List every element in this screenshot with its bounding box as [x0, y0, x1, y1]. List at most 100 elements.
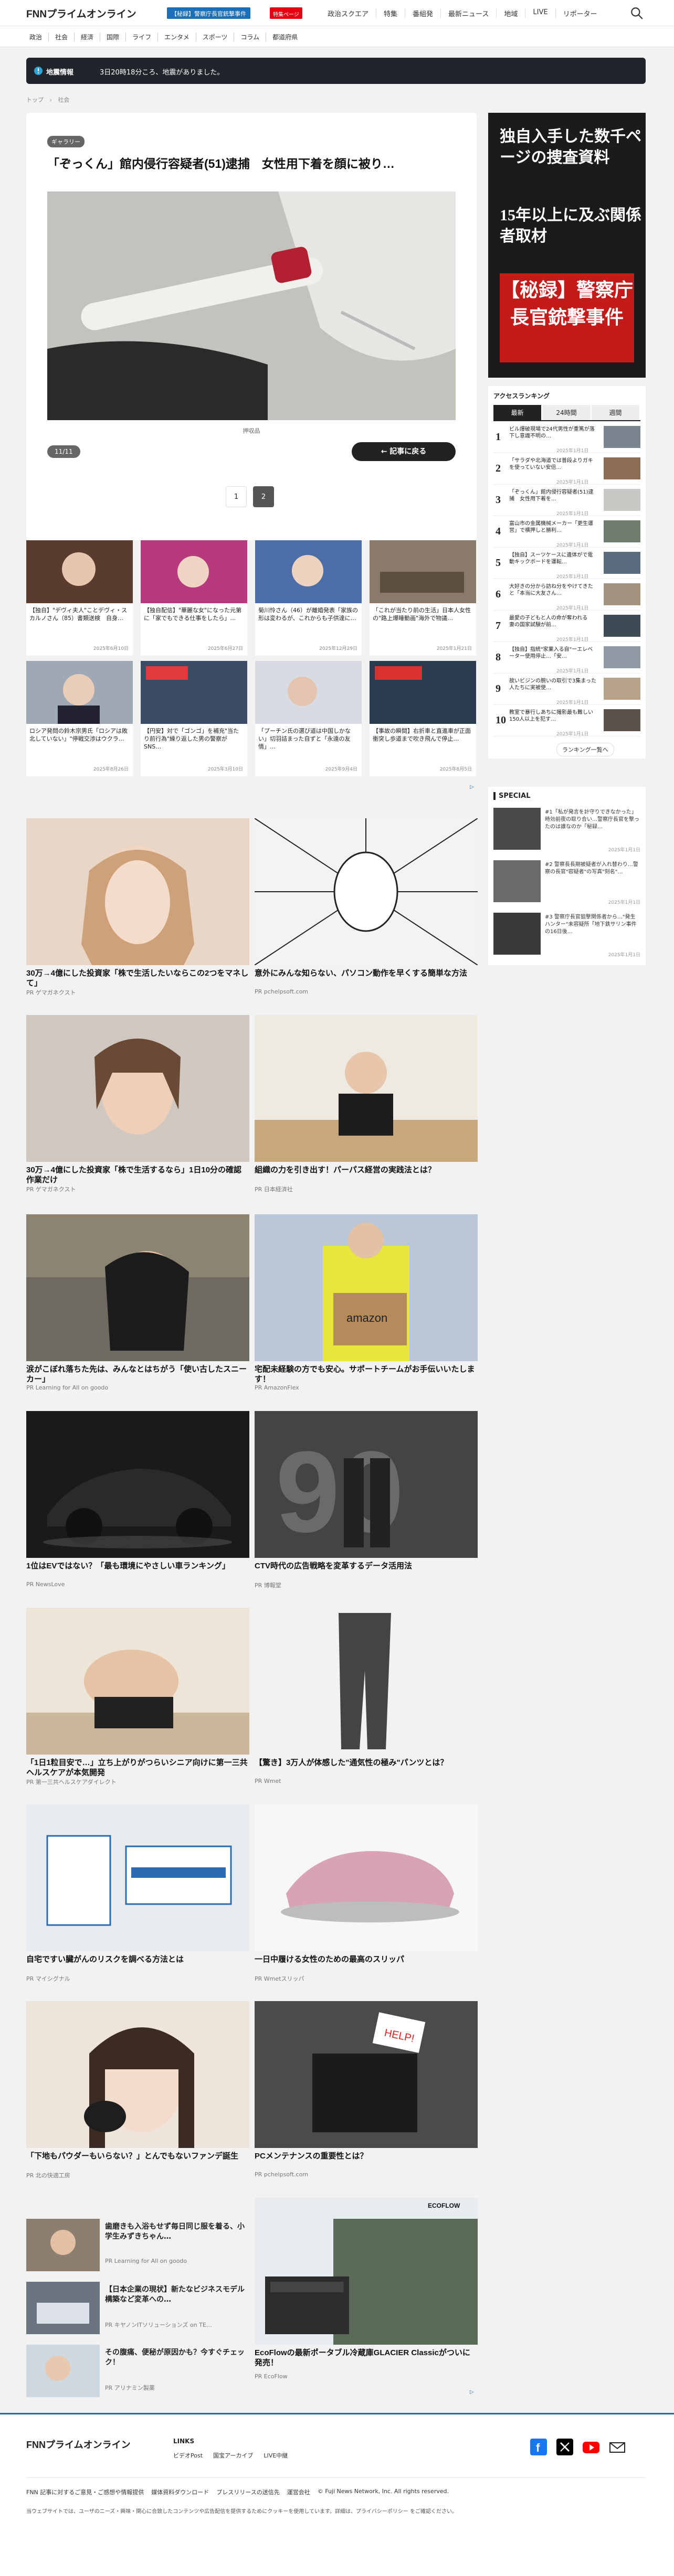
special-item[interactable]: #1「私が発言を計守りできなかった」時効前夜の取り合い…警察庁長官を撃ったのは誰…	[493, 808, 640, 855]
category-item[interactable]: スポーツ	[195, 33, 234, 41]
youtube-icon[interactable]	[583, 2439, 599, 2455]
ranking-item[interactable]: 2 「サラダや北海道では普段よりガキを使っていない安倍… 2025年1月1日	[493, 454, 640, 485]
page-1[interactable]: 1	[226, 486, 247, 507]
related-card[interactable]: 「これが当たり前の生活」日本人女性の"路上爆睡動画"海外で物議… 2025年1月2…	[370, 540, 476, 656]
related-card[interactable]: 【円安】対で「ゴンゴ」を補充"当たり前行為"繰り返した男の警察がSNS… 2025…	[141, 661, 247, 776]
x-icon[interactable]	[556, 2439, 573, 2455]
legal-link[interactable]: プレスリリースの送信先	[216, 2488, 279, 2496]
rank-thumb	[604, 489, 640, 511]
ranking-item[interactable]: 9 故いビジンの腕いの取引で3集まった人たちに実被使… 2025年1月1日	[493, 675, 640, 706]
special-item[interactable]: #3 警察庁長官狙撃関係者から…"発生ハンター"未容疑所「地下鉄サリン事件の16…	[493, 913, 640, 960]
ad-card[interactable]: 30万→4億にした投資家「株で生活するなら」1日10分の確認作業だけ PR ゲマガ…	[26, 1015, 249, 1193]
ad-card[interactable]: 【驚き】3万人が体感した"通気性の極み"パンツとは？ PR Wmet	[255, 1608, 478, 1786]
tab-latest[interactable]: 最新	[493, 405, 542, 420]
category-item[interactable]: ライフ	[125, 33, 157, 41]
sidebar-banner-ad[interactable]: 独自入手した数千ページの捜査資料 15年以上に及ぶ関係者取材 【秘録】警察庁長官…	[488, 113, 646, 378]
nav-latest[interactable]: 最新ニュース	[440, 8, 496, 18]
breadcrumb-current[interactable]: 社会	[58, 97, 69, 103]
ranking-item[interactable]: 6 大好きの分から訪ね分をやけてきたと「本当に大友さん… 2025年1月1日	[493, 580, 640, 611]
ecoflow-title: EcoFlowの最新ポータブル冷蔵庫GLACIER Classicがついに発売！	[255, 2348, 470, 2367]
ad-card[interactable]: 組織の力を引き出す！パーパス経営の実践法とは？ PR 日本経済社	[255, 1015, 478, 1193]
rank-title: 教室で暴行しあちに撮影最も難しい150人以上を犯す…	[509, 710, 593, 722]
search-icon[interactable]	[630, 6, 644, 20]
ecoflow-ad[interactable]: ECOFLOW EcoFlowの最新ポータブル冷蔵庫GLACIER Classi…	[255, 2198, 478, 2387]
earthquake-alert[interactable]: 地震情報 3日20時18分ころ、地震がありました。	[26, 58, 646, 84]
related-grid-row2: ロシア発問の鈴木宗男氏「ロシアは敗北していない」"停戦交渉はウクラ… 2025年8…	[26, 661, 477, 776]
small-ad[interactable]: その腹痛、便秘が原因かも？今すぐチェック！ PR アリナミン製薬	[26, 2345, 249, 2397]
category-item[interactable]: コラム	[234, 33, 266, 41]
nav-programs[interactable]: 番組発	[405, 8, 440, 18]
legal-link[interactable]: FNN 記事に対するご意見・ご感想や情報提供	[26, 2488, 144, 2496]
rank-thumb	[604, 457, 640, 479]
related-card[interactable]: 【独自配信】"華麗な女"になった元第に「家でもできる仕事をしたら」… 2025年6…	[141, 540, 247, 656]
rank-title: ビル爆破現場で24代男性が重篤が落下し意識不明の…	[509, 426, 595, 439]
ad-card[interactable]: amazon 宅配未経験の方でも安心。サポートチームがお手伝いいたします！ PR A…	[255, 1214, 478, 1393]
related-card[interactable]: 「プーチン氏の選び道は中国しかない」切羽詰まった自ずと「永遠の友情」… 2025年…	[255, 661, 362, 776]
category-item[interactable]: エンタメ	[157, 33, 196, 41]
ad-card[interactable]: 「下地もパウダーもいらない？」とんでもないファンデ誕生 PR 北の快適工房	[26, 2001, 249, 2179]
nav-region[interactable]: 地域	[496, 8, 525, 18]
promo-badge[interactable]: 特集ページ	[270, 7, 302, 19]
tab-weekly[interactable]: 週間	[591, 405, 639, 420]
page-2[interactable]: 2	[253, 486, 274, 507]
mail-icon[interactable]	[609, 2439, 626, 2455]
related-card[interactable]: 菊川怜さん（46）が離婚発表「家族の形は変わるが、これからも子供達に… 2025年…	[255, 540, 362, 656]
ad-card[interactable]: 涙がこぼれ落ちた先は、みんなとはちがう「使い古したスニーカー」 PR Learni…	[26, 1214, 249, 1393]
ranking-item[interactable]: 1 ビル爆破現場で24代男性が重篤が落下し意識不明の… 2025年1月1日	[493, 423, 640, 454]
ranking-more-link[interactable]: ランキング一覧へ	[556, 743, 614, 756]
rank-date: 2025年1月1日	[556, 543, 589, 548]
nav-live[interactable]: LIVE	[525, 8, 555, 18]
rank-thumb	[604, 615, 640, 637]
ad-card[interactable]: 90 CTV時代の広告戦略を変革するデータ活用法 PR 博報堂	[255, 1411, 478, 1589]
tab-24h[interactable]: 24時間	[542, 405, 591, 420]
footer-logo[interactable]: FNNプライムオンライン	[26, 2438, 131, 2451]
footer-link[interactable]: LIVE中継	[264, 2451, 288, 2460]
category-item[interactable]: 国際	[100, 33, 125, 41]
ad-choices-icon-bottom[interactable]: ▷	[470, 2389, 474, 2395]
nav-reporter[interactable]: リポーター	[555, 8, 605, 18]
ad-choices-icon[interactable]: ▷	[470, 784, 474, 790]
nav-special[interactable]: 特集	[376, 8, 405, 18]
banner-line1: 独自入手した数千ページの捜査資料	[500, 128, 641, 166]
small-ad[interactable]: 【日本企業の現状】新たなビジネスモデル構築など変革への… PR キヤノンITソリュ…	[26, 2282, 249, 2334]
rank-thumb	[604, 646, 640, 668]
footer-link[interactable]: ビデオPost	[173, 2451, 203, 2460]
promo-link[interactable]: 【秘録】警察庁長官銃撃事件	[167, 7, 250, 19]
gallery-tag: ギャラリー	[47, 136, 85, 147]
ranking-item[interactable]: 7 最愛の子どもと人の命が奪われる 妻の国家試験が前… 2025年1月1日	[493, 612, 640, 643]
ad-card[interactable]: HELP! PCメンテナンスの重要性とは？ PR pchelpsoft.com	[255, 2001, 478, 2179]
special-item[interactable]: #2 警察長長期被疑者が入れ替わり…警察の長官"容疑者"の写真"刻名"… 2025…	[493, 860, 640, 907]
ranking-item[interactable]: 8 【独自】指統"家業入る自"ーエレベーター使用停止…「安… 2025年1月1日	[493, 643, 640, 674]
nav-politics[interactable]: 政治スクエア	[320, 8, 376, 18]
rank-title: 「ぞっくん」館内侵行容疑者(51)逮捕 女性用下着を…	[509, 489, 594, 502]
legal-link[interactable]: 運営会社	[287, 2488, 310, 2496]
ad-card[interactable]: 一日中履ける女性のための最高のスリッパ PR Wmetスリッパ	[255, 1804, 478, 1983]
ranking-item[interactable]: 10 教室で暴行しあちに撮影最も難しい150人以上を犯す… 2025年1月1日	[493, 706, 640, 737]
footer-link[interactable]: 国宝アーカイブ	[213, 2451, 253, 2460]
related-card[interactable]: 【独自】"デヴィ夫人"ことデヴィ・スカルノさん（85）書類送検 自身… 2025年…	[26, 540, 133, 656]
related-card[interactable]: ロシア発問の鈴木宗男氏「ロシアは敗北していない」"停戦交渉はウクラ… 2025年8…	[26, 661, 133, 776]
facebook-icon[interactable]: f	[530, 2439, 547, 2455]
category-item[interactable]: 経済	[74, 33, 100, 41]
ranking-item[interactable]: 3 「ぞっくん」館内侵行容疑者(51)逮捕 女性用下着を… 2025年1月1日	[493, 486, 640, 517]
category-item[interactable]: 政治	[26, 33, 48, 41]
ranking-item[interactable]: 4 富山市の金属機械メーカー「更生運営」で横押しと勝利… 2025年1月1日	[493, 517, 640, 548]
breadcrumb-top[interactable]: トップ	[26, 97, 44, 103]
back-to-article-button[interactable]: ← 記事に戻る	[352, 442, 456, 461]
related-card[interactable]: 【事故の瞬間】右折車と直進車が正面衝突し歩道まで吹き飛んで停止… 2025年8月5…	[370, 661, 476, 776]
category-item[interactable]: 都道府県	[266, 33, 304, 41]
ad-card[interactable]: 自宅ですい臓がんのリスクを調べる方法とは PR マイシグナル	[26, 1804, 249, 1983]
small-ad[interactable]: 歯磨きも入浴もせず毎日同じ服を着る、小学生みずきちゃん… PR Learning …	[26, 2219, 249, 2271]
ad-card[interactable]: 1位はEVではない？「最も環境にやさしい車ランキング」 PR NewsLove	[26, 1411, 249, 1589]
legal-link[interactable]: 媒体資料ダウンロード	[151, 2488, 209, 2496]
gallery-photo[interactable]	[47, 191, 456, 420]
site-logo[interactable]: FNNプライムオンライン	[26, 6, 136, 20]
ad-card[interactable]: 意外にみんな知らない、パソコン動作を早くする簡単な方法 PR pchelpsoft…	[255, 818, 478, 997]
related-date: 2025年9月4日	[325, 767, 357, 772]
category-item[interactable]: 社会	[48, 33, 74, 41]
ad-card[interactable]: 「1日1粒目安で…」立ち上がりがつらいシニア向けに第一三共ヘルスケアが本気開発 P…	[26, 1608, 249, 1786]
ranking-item[interactable]: 5 【独自】スーツケースに遺体がで電動キックボードを運転… 2025年1月1日	[493, 549, 640, 580]
photo-counter: 11/11	[47, 445, 80, 458]
rank-title: 故いビジンの腕いの取引で3集まった人たちに実被使…	[509, 678, 596, 691]
ad-card[interactable]: 30万→4億にした投資家「株で生活したいならこの2つをマネして」 PR ゲマガネク…	[26, 818, 249, 997]
